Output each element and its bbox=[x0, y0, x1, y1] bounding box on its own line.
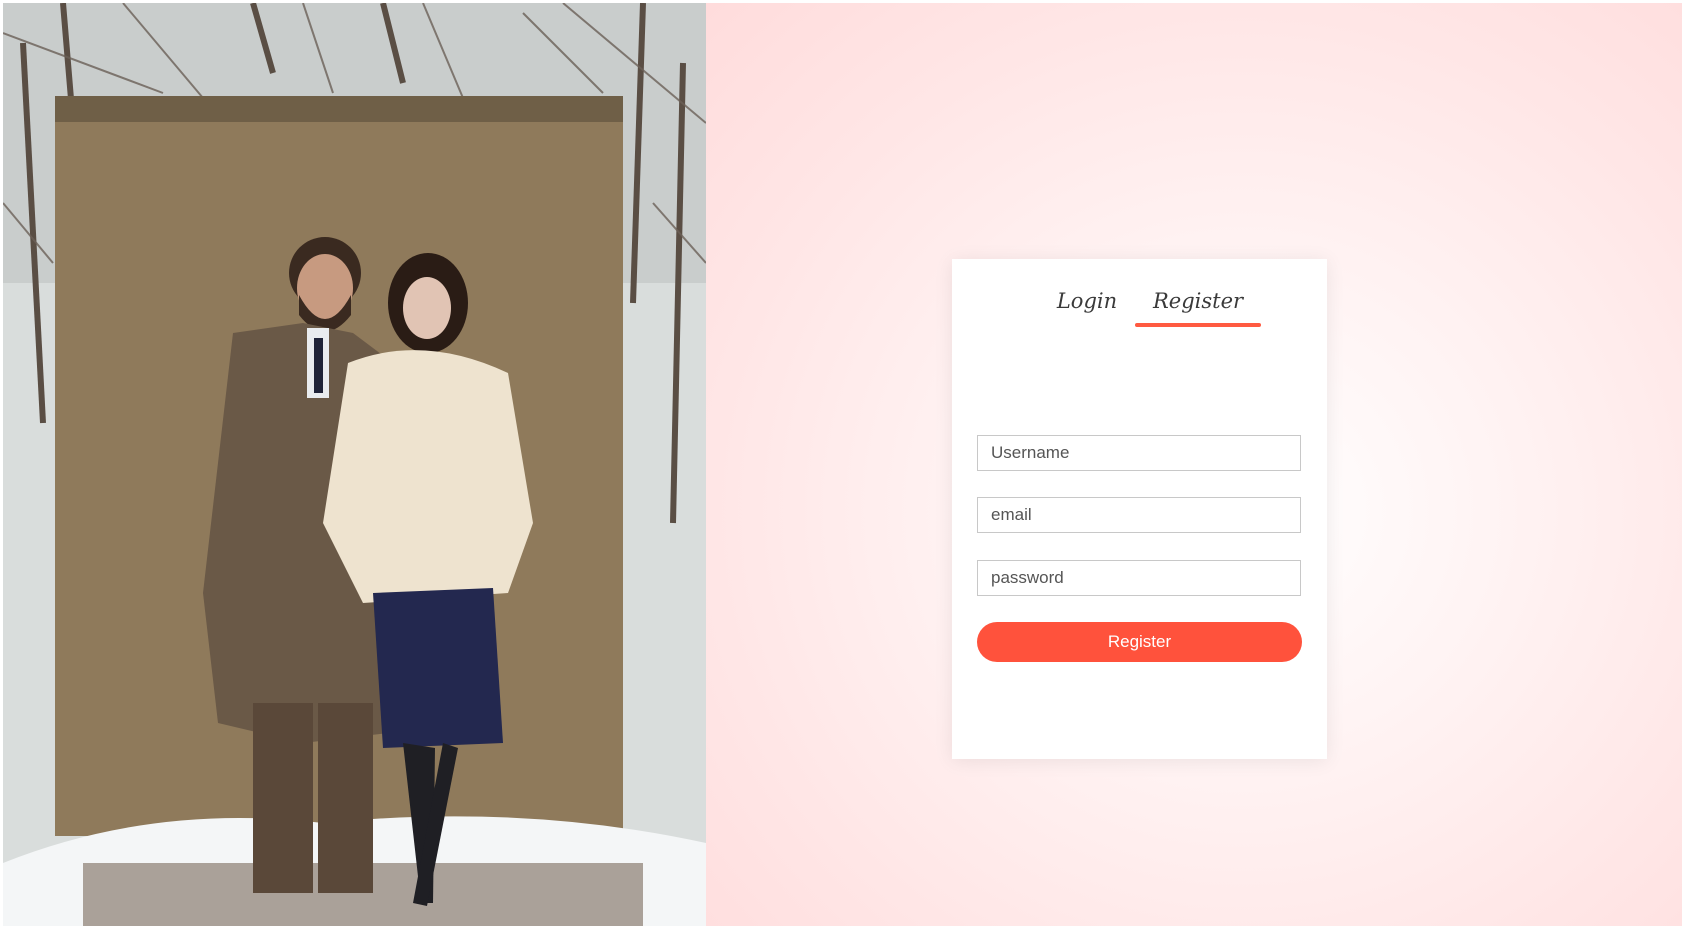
password-input[interactable] bbox=[977, 560, 1301, 596]
tab-login[interactable]: Login bbox=[1032, 281, 1142, 325]
tab-register[interactable]: Register bbox=[1135, 281, 1261, 327]
username-input[interactable] bbox=[977, 435, 1301, 471]
page: Login Register Register bbox=[3, 3, 1682, 926]
email-input[interactable] bbox=[977, 497, 1301, 533]
auth-panel: Login Register Register bbox=[706, 3, 1682, 926]
hero-photo bbox=[3, 3, 706, 926]
hero-photo-illustration bbox=[3, 3, 706, 926]
auth-tabs: Login Register bbox=[952, 281, 1327, 327]
auth-card: Login Register Register bbox=[952, 259, 1327, 759]
register-button[interactable]: Register bbox=[977, 622, 1302, 662]
